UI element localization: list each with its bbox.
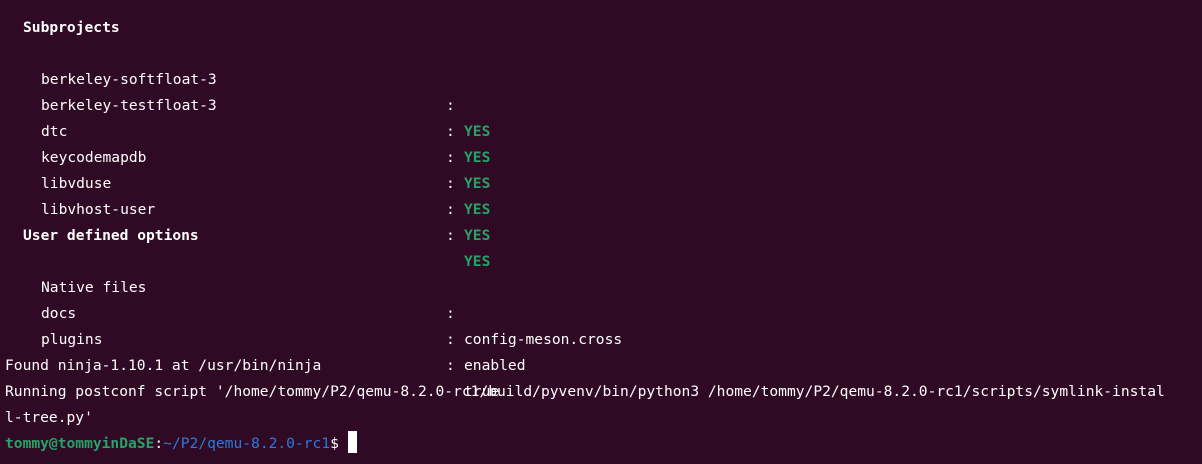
postconf-line-wrap: l-tree.py' [5, 409, 93, 426]
subproject-row: libvduse : YES [0, 145, 1202, 244]
subproject-row: berkeley-softfloat-3 : YES [0, 41, 1202, 140]
prompt-dollar: $ [330, 435, 339, 452]
option-row: docs : enabled [0, 275, 1202, 374]
prompt-path: ~/P2/qemu-8.2.0-rc1 [163, 435, 331, 452]
prompt-user-host: tommy@tommyinDaSE [5, 435, 155, 452]
found-ninja-line: Found ninja-1.10.1 at /usr/bin/ninja [5, 357, 322, 374]
text-cursor[interactable] [347, 431, 357, 453]
user-options-heading: User defined options [23, 227, 199, 244]
option-row: plugins : true [0, 301, 1202, 400]
subprojects-heading: Subprojects [23, 19, 120, 36]
prompt-colon: : [154, 435, 164, 452]
subproject-row: dtc : YES [0, 93, 1202, 192]
shell-prompt[interactable]: tommy@tommyinDaSE:~/P2/qemu-8.2.0-rc1$ [0, 431, 1202, 457]
subproject-row: libvhost-user : YES [0, 171, 1202, 270]
subproject-row: keycodemapdb : YES [0, 119, 1202, 218]
subproject-row: berkeley-testfloat-3 : YES [0, 67, 1202, 166]
postconf-line: Running postconf script '/home/tommy/P2/… [5, 383, 1165, 400]
terminal-window[interactable]: Subprojects berkeley-softfloat-3 : YES b… [0, 0, 1202, 464]
option-row: Native files : config-meson.cross [0, 249, 1202, 348]
